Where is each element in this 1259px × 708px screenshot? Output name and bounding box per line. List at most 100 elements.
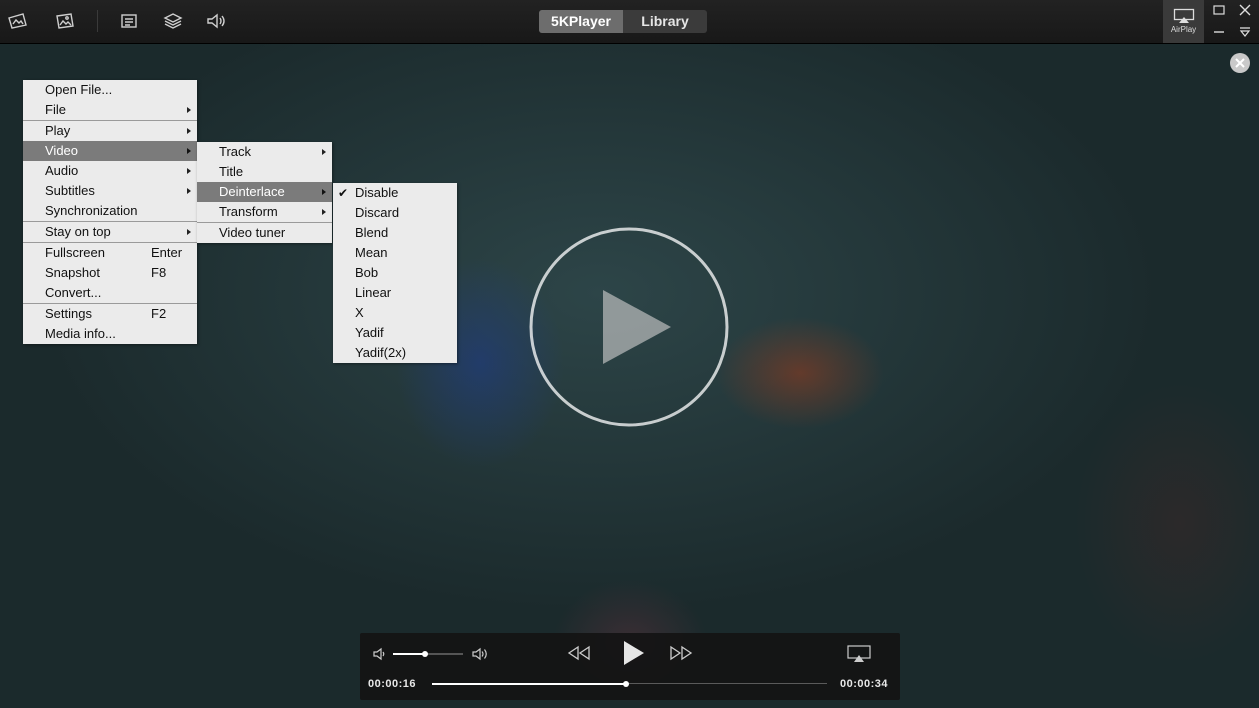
- menu-item-file[interactable]: File: [23, 100, 197, 120]
- menu-item-video[interactable]: Video: [23, 141, 197, 161]
- menu-item-audio[interactable]: Audio: [23, 161, 197, 181]
- menu-item-label: Play: [45, 123, 71, 138]
- menu-item-stay-on-top[interactable]: Stay on top: [23, 222, 197, 242]
- menu-item-fullscreen[interactable]: Fullscreen Enter: [23, 243, 197, 263]
- menu-item-label: Fullscreen: [45, 245, 105, 260]
- deinterlace-option-blend[interactable]: Blend: [333, 223, 457, 243]
- menu-item-label: Media info...: [45, 326, 116, 341]
- submenu-item-deinterlace[interactable]: Deinterlace: [197, 182, 332, 202]
- volume-knob[interactable]: [421, 651, 428, 657]
- menu-item-label: X: [355, 305, 364, 320]
- menu-shortcut: F8: [151, 265, 167, 280]
- menu-item-label: Audio: [45, 163, 79, 178]
- deinterlace-option-yadif-2x[interactable]: Yadif(2x): [333, 343, 457, 363]
- context-menu: Open File... File Play Video Audio Subti…: [23, 80, 197, 344]
- menu-item-open-file[interactable]: Open File...: [23, 80, 197, 100]
- airplay-output-icon[interactable]: [847, 645, 871, 663]
- deinterlace-option-discard[interactable]: Discard: [333, 203, 457, 223]
- deinterlace-option-linear[interactable]: Linear: [333, 283, 457, 303]
- submenu-item-transform[interactable]: Transform: [197, 202, 332, 222]
- submenu-item-title[interactable]: Title: [197, 162, 332, 182]
- video-open-icon[interactable]: [7, 11, 29, 31]
- close-overlay-button[interactable]: [1230, 53, 1250, 73]
- menu-item-label: Yadif(2x): [355, 345, 407, 360]
- checkmark-icon: ✔: [338, 186, 349, 200]
- maximize-icon[interactable]: [1212, 3, 1226, 17]
- submenu-arrow-icon: [187, 148, 191, 154]
- menu-item-media-info[interactable]: Media info...: [23, 324, 197, 344]
- menu-item-label: Video: [45, 143, 79, 158]
- menu-item-label: Bob: [355, 265, 379, 280]
- submenu-item-track[interactable]: Track: [197, 142, 332, 162]
- menu-item-label: Blend: [355, 225, 389, 240]
- deinterlace-submenu: ✔ Disable Discard Blend Mean Bob Linear X…: [333, 183, 457, 363]
- play-icon[interactable]: [621, 640, 645, 666]
- menu-item-label: Settings: [45, 306, 92, 321]
- progress-knob[interactable]: [622, 680, 629, 687]
- current-time: 00:00:16: [368, 678, 417, 690]
- deinterlace-option-x[interactable]: X: [333, 303, 457, 323]
- deinterlace-option-mean[interactable]: Mean: [333, 243, 457, 263]
- deinterlace-option-bob[interactable]: Bob: [333, 263, 457, 283]
- progress-bar[interactable]: [432, 680, 827, 687]
- playlist-icon[interactable]: [118, 11, 140, 31]
- menu-item-label: Transform: [219, 204, 278, 219]
- top-toolbar: 5KPlayer Library AirPlay: [0, 0, 1259, 44]
- menu-item-label: File: [45, 102, 66, 117]
- layers-icon[interactable]: [162, 11, 184, 31]
- menu-item-label: Deinterlace: [219, 184, 285, 199]
- menu-item-convert[interactable]: Convert...: [23, 283, 197, 303]
- airplay-button[interactable]: AirPlay: [1163, 0, 1204, 43]
- menu-item-label: Snapshot: [45, 265, 100, 280]
- menu-item-settings[interactable]: Settings F2: [23, 304, 197, 324]
- menu-item-label: Convert...: [45, 285, 102, 300]
- tab-5kplayer[interactable]: 5KPlayer: [539, 10, 623, 33]
- audio-icon[interactable]: [205, 11, 227, 31]
- big-play-button[interactable]: [528, 226, 730, 428]
- menu-item-subtitles[interactable]: Subtitles: [23, 181, 197, 201]
- volume-low-icon[interactable]: [372, 646, 388, 662]
- menu-item-synchronization[interactable]: Synchronization: [23, 201, 197, 221]
- menu-shortcut: F2: [151, 306, 167, 321]
- tab-library[interactable]: Library: [623, 10, 707, 33]
- menu-item-label: Linear: [355, 285, 392, 300]
- menu-item-play[interactable]: Play: [23, 121, 197, 141]
- menu-item-label: Discard: [355, 205, 400, 220]
- menu-item-snapshot[interactable]: Snapshot F8: [23, 263, 197, 283]
- submenu-arrow-icon: [187, 188, 191, 194]
- menu-item-label: Track: [219, 144, 252, 159]
- close-icon: [1235, 58, 1245, 68]
- submenu-arrow-icon: [187, 168, 191, 174]
- menu-item-label: Title: [219, 164, 244, 179]
- menu-item-label: Video tuner: [219, 225, 286, 240]
- submenu-item-video-tuner[interactable]: Video tuner: [197, 223, 332, 243]
- progress-fill: [432, 682, 626, 685]
- airplay-label: AirPlay: [1170, 25, 1197, 34]
- volume-high-icon[interactable]: [471, 646, 491, 662]
- photo-icon[interactable]: [54, 11, 76, 31]
- volume-fill: [393, 653, 425, 655]
- submenu-arrow-icon: [322, 189, 326, 195]
- submenu-arrow-icon: [187, 229, 191, 235]
- play-triangle-icon: [603, 290, 671, 364]
- collapse-icon[interactable]: [1238, 25, 1252, 39]
- submenu-arrow-icon: [322, 209, 326, 215]
- deinterlace-option-disable[interactable]: ✔ Disable: [333, 183, 457, 203]
- menu-item-label: Mean: [355, 245, 388, 260]
- fast-forward-icon[interactable]: [668, 644, 694, 662]
- toolbar-divider: [97, 10, 98, 32]
- deinterlace-option-yadif[interactable]: Yadif: [333, 323, 457, 343]
- submenu-arrow-icon: [322, 149, 326, 155]
- menu-shortcut: Enter: [151, 245, 183, 260]
- menu-item-label: Stay on top: [45, 224, 111, 239]
- submenu-arrow-icon: [187, 128, 191, 134]
- volume-slider[interactable]: [393, 651, 463, 657]
- menu-item-label: Open File...: [45, 82, 113, 97]
- close-window-icon[interactable]: [1238, 3, 1252, 17]
- menu-item-label: Disable: [355, 185, 399, 200]
- submenu-arrow-icon: [187, 107, 191, 113]
- video-submenu: Track Title Deinterlace Transform Video …: [197, 142, 332, 243]
- minimize-icon[interactable]: [1212, 25, 1226, 39]
- rewind-icon[interactable]: [566, 644, 592, 662]
- menu-item-label: Subtitles: [45, 183, 95, 198]
